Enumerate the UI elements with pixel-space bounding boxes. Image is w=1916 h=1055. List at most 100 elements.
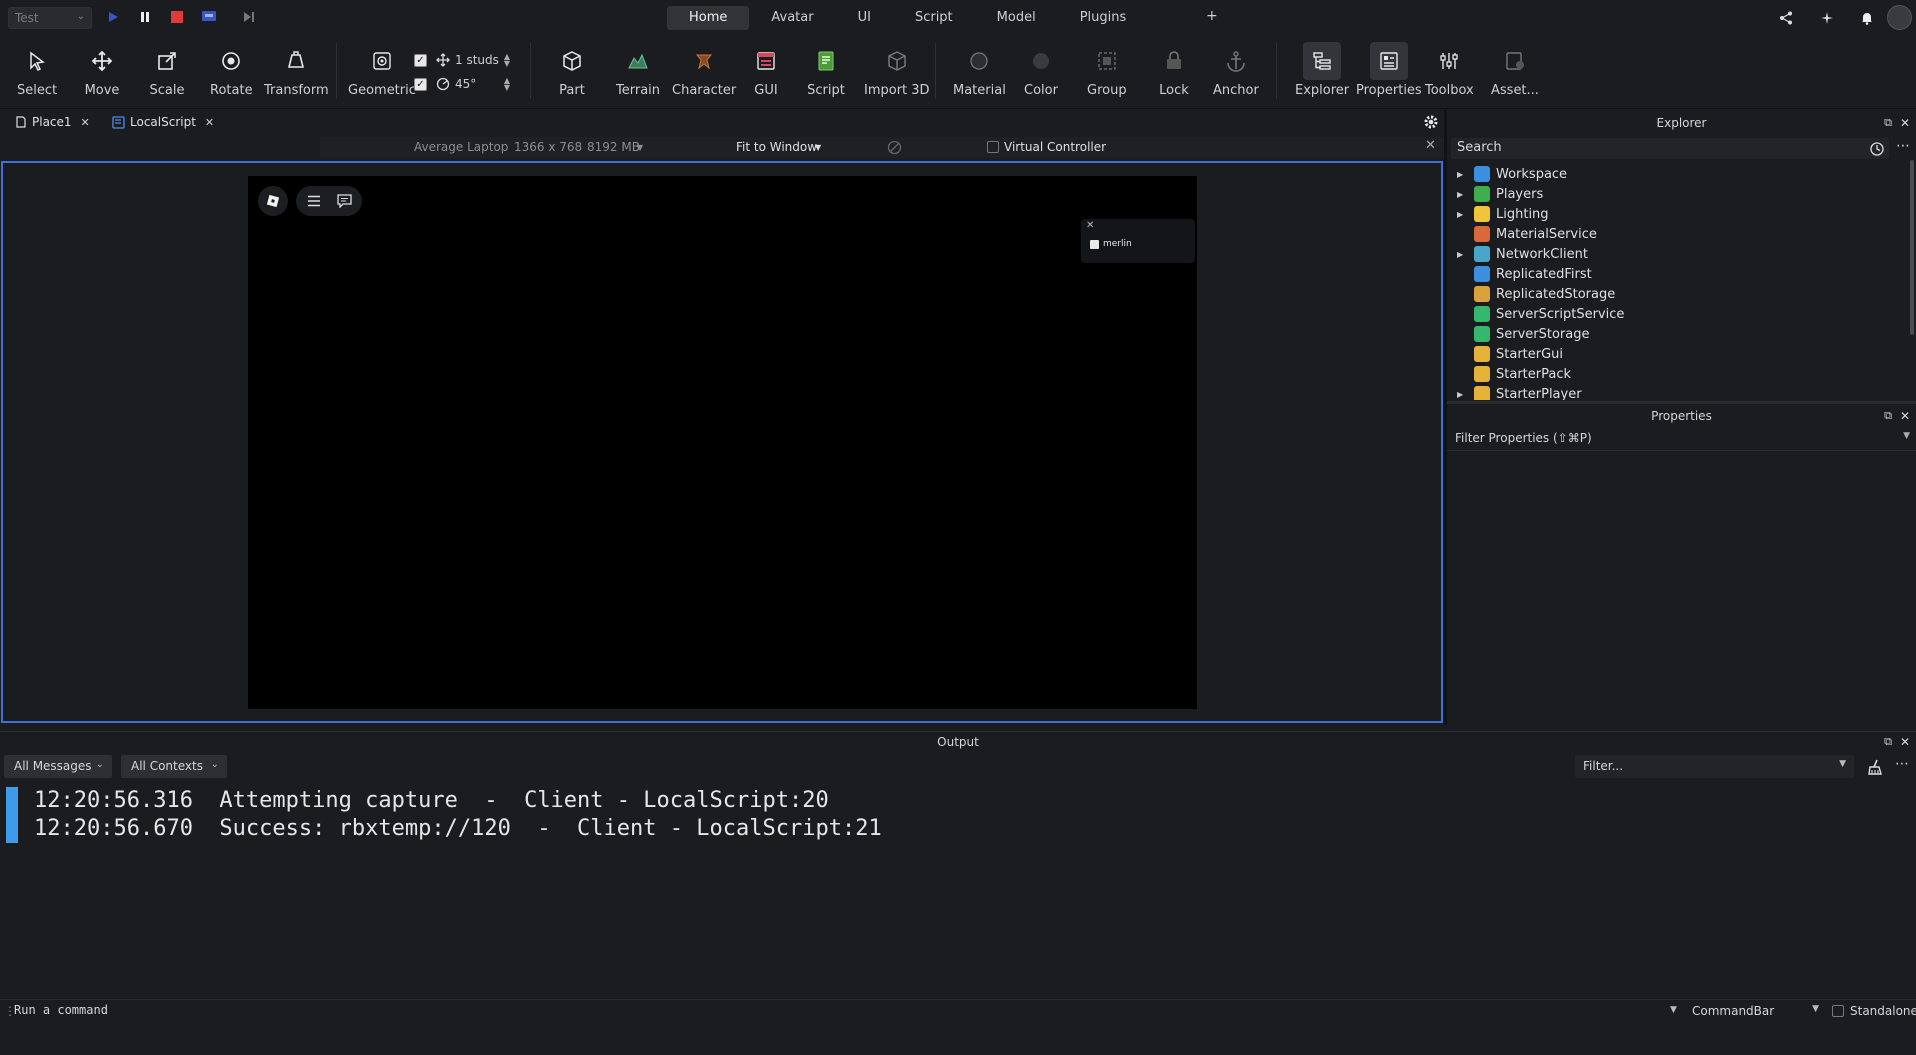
step-icon[interactable]: [240, 8, 258, 26]
expand-arrow-icon[interactable]: ▶: [1457, 170, 1469, 179]
select-tool-button[interactable]: Select: [17, 39, 57, 105]
import-3d-button[interactable]: Import 3D: [864, 39, 930, 105]
gui-button[interactable]: GUI: [747, 39, 785, 105]
game-viewport[interactable]: ✕ merlin: [1, 161, 1443, 723]
player-name[interactable]: merlin: [1103, 239, 1132, 249]
explorer-item[interactable]: StarterPack: [1447, 364, 1909, 384]
explorer-item[interactable]: ▶ NetworkClient: [1447, 244, 1909, 264]
explorer-item[interactable]: ▶ Lighting: [1447, 204, 1909, 224]
add-tab-button[interactable]: +: [1206, 8, 1218, 24]
terrain-button[interactable]: Terrain: [616, 39, 660, 105]
explorer-search-input[interactable]: Search: [1451, 138, 1889, 159]
explorer-item[interactable]: ▶ Workspace: [1447, 164, 1909, 184]
rotate-snap-value[interactable]: 45°: [455, 77, 503, 91]
more-options-icon[interactable]: ⋯: [1895, 756, 1909, 772]
tab-plugins[interactable]: Plugins: [1058, 6, 1149, 30]
move-snap-value[interactable]: 1 studs: [455, 53, 503, 67]
test-mode-dropdown[interactable]: Test ⌄: [8, 7, 92, 29]
explorer-item[interactable]: ReplicatedFirst: [1447, 264, 1909, 284]
log-line[interactable]: 12:20:56.316 Attempting capture - Client…: [0, 787, 1916, 815]
tab-home[interactable]: Home: [667, 6, 750, 30]
roblox-menu-button[interactable]: [258, 186, 288, 216]
material-button[interactable]: Material: [953, 39, 1006, 105]
doc-tab-localscript[interactable]: LocalScript ✕: [112, 112, 214, 132]
messages-filter-dropdown[interactable]: All Messages ⌄: [4, 755, 112, 778]
hamburger-icon[interactable]: [307, 195, 321, 207]
log-line[interactable]: 12:20:56.670 Success: rbxtemp://120 - Cl…: [0, 815, 1916, 843]
toolbox-button[interactable]: Toolbox: [1425, 39, 1474, 105]
expand-arrow-icon[interactable]: ▶: [1457, 190, 1469, 199]
script-button[interactable]: Script: [807, 39, 845, 105]
close-icon[interactable]: ✕: [1900, 732, 1910, 752]
pause-icon[interactable]: [136, 8, 154, 26]
game-screen[interactable]: ✕ merlin: [248, 176, 1197, 709]
rotate-device-icon[interactable]: [887, 140, 902, 155]
character-button[interactable]: Character: [672, 39, 736, 105]
play-icon[interactable]: [104, 8, 122, 26]
contexts-filter-dropdown[interactable]: All Contexts ⌄: [121, 755, 227, 778]
tab-ui[interactable]: UI: [836, 6, 893, 30]
clear-output-icon[interactable]: [1866, 758, 1884, 776]
move-snap-checkbox[interactable]: ✓: [414, 53, 427, 67]
scale-tool-button[interactable]: Scale: [148, 39, 186, 105]
part-button[interactable]: Part: [553, 39, 591, 105]
gear-icon[interactable]: [1423, 114, 1439, 130]
expand-arrow-icon[interactable]: ▶: [1457, 390, 1469, 399]
doc-tab-place1[interactable]: Place1 ✕: [15, 112, 90, 132]
command-input[interactable]: Run a command: [14, 1003, 108, 1017]
tab-model[interactable]: Model: [975, 6, 1058, 30]
explorer-item[interactable]: MaterialService: [1447, 224, 1909, 244]
close-icon[interactable]: ✕: [1086, 220, 1094, 231]
expand-arrow-icon[interactable]: ▶: [1457, 210, 1469, 219]
notification-bell-icon[interactable]: [1858, 9, 1876, 27]
device-selector[interactable]: Average Laptop: [414, 140, 508, 154]
fit-to-window-dropdown[interactable]: Fit to Window: [736, 140, 817, 154]
asset-manager-button[interactable]: Asset...: [1491, 39, 1539, 105]
rotate-tool-button[interactable]: Rotate: [210, 39, 253, 105]
device-memory[interactable]: 8192 MB: [587, 140, 640, 154]
properties-toggle-button[interactable]: Properties: [1356, 39, 1422, 105]
more-options-icon[interactable]: ⋯: [1896, 138, 1910, 154]
history-icon[interactable]: [1869, 141, 1885, 157]
popout-icon[interactable]: ⧉: [1884, 113, 1892, 133]
popout-icon[interactable]: ⧉: [1884, 732, 1892, 752]
close-icon[interactable]: ✕: [1900, 406, 1910, 426]
command-mode-dropdown[interactable]: CommandBar ▼: [1688, 1001, 1823, 1022]
geometric-button[interactable]: Geometric: [348, 39, 416, 105]
chevron-down-icon[interactable]: ▼: [1903, 431, 1910, 441]
filter-properties-input[interactable]: Filter Properties (⇧⌘P) ▼: [1447, 427, 1916, 451]
explorer-item[interactable]: StarterGui: [1447, 344, 1909, 364]
chevron-down-icon[interactable]: ▼: [1670, 1005, 1677, 1015]
assistant-sparkle-icon[interactable]: [1818, 9, 1836, 27]
panel-splitter[interactable]: [1447, 401, 1916, 404]
stop-icon[interactable]: [168, 8, 186, 26]
close-icon[interactable]: ✕: [205, 116, 214, 129]
rotate-snap-stepper[interactable]: ▲ ▼: [503, 77, 511, 92]
explorer-toggle-button[interactable]: Explorer: [1295, 39, 1349, 105]
virtual-controller-checkbox[interactable]: [987, 141, 999, 153]
chat-icon[interactable]: [337, 194, 352, 208]
explorer-item[interactable]: ReplicatedStorage: [1447, 284, 1909, 304]
popout-icon[interactable]: ⧉: [1884, 406, 1892, 426]
lock-button[interactable]: Lock: [1155, 39, 1193, 105]
share-icon[interactable]: [1777, 9, 1795, 27]
close-icon[interactable]: ✕: [1900, 113, 1910, 133]
explorer-item[interactable]: ServerStorage: [1447, 324, 1909, 344]
move-tool-button[interactable]: Move: [83, 39, 121, 105]
tab-avatar[interactable]: Avatar: [749, 6, 835, 30]
explorer-item[interactable]: ▶ StarterPlayer: [1447, 384, 1909, 400]
rotate-snap-checkbox[interactable]: ✓: [414, 77, 427, 91]
close-icon[interactable]: ✕: [81, 116, 90, 129]
avatar[interactable]: [1887, 5, 1912, 30]
explorer-item[interactable]: ServerScriptService: [1447, 304, 1909, 324]
standalone-checkbox[interactable]: [1832, 1005, 1844, 1017]
tab-script[interactable]: Script: [893, 6, 975, 30]
explorer-scrollbar[interactable]: [1910, 160, 1914, 335]
client-server-icon[interactable]: [200, 8, 218, 26]
color-button[interactable]: Color: [1022, 39, 1060, 105]
output-filter-input[interactable]: Filter... ▼: [1575, 755, 1854, 778]
expand-arrow-icon[interactable]: ▶: [1457, 250, 1469, 259]
anchor-button[interactable]: Anchor: [1213, 39, 1259, 105]
standalone-toggle[interactable]: Standalone: [1832, 1004, 1916, 1018]
close-icon[interactable]: ✕: [1425, 138, 1436, 153]
